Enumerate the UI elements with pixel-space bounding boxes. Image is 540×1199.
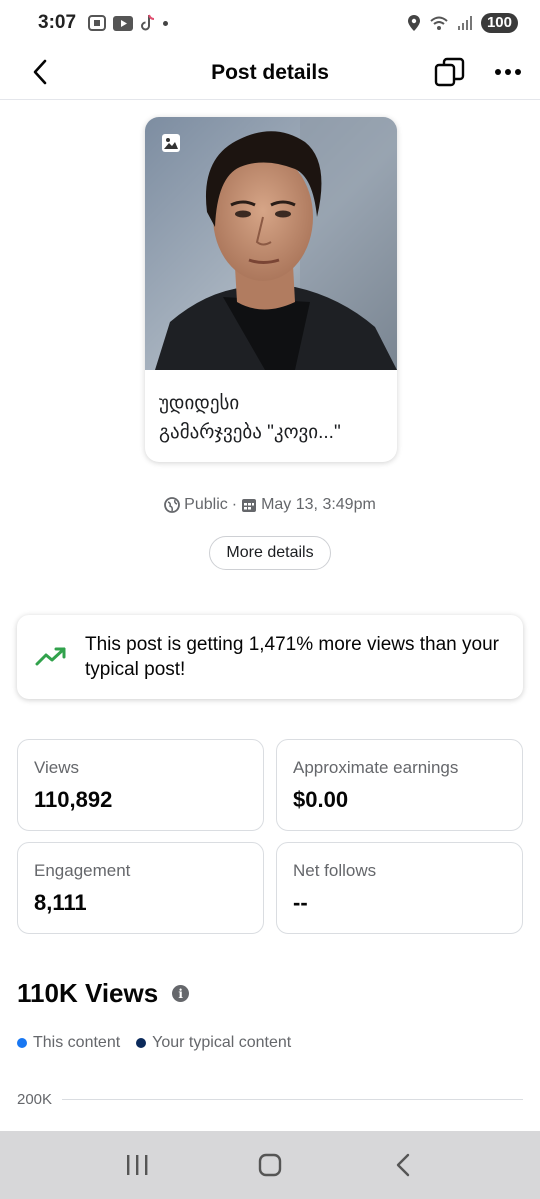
- system-nav-bar: [0, 1131, 540, 1199]
- stat-label: Net follows: [293, 861, 377, 880]
- recent-apps-button[interactable]: [113, 1141, 161, 1189]
- status-time: 3:07: [38, 12, 77, 33]
- legend-dot: [136, 1038, 147, 1048]
- stat-label: Views: [34, 758, 80, 777]
- stat-label: Engagement: [34, 861, 131, 880]
- photo-icon: [162, 134, 180, 152]
- more-options-button[interactable]: [490, 54, 526, 90]
- signal-icon: [457, 16, 472, 30]
- recent-apps-icon: [126, 1155, 148, 1175]
- post-photo: [145, 117, 397, 370]
- more-icon: [495, 69, 521, 75]
- trending-up-icon: [35, 647, 66, 666]
- copy-icon: [434, 57, 465, 87]
- gridline: [62, 1099, 523, 1100]
- header: Post details: [0, 46, 540, 100]
- meta-separator: ·: [231, 496, 238, 513]
- axis-tick-label: 200K: [17, 1091, 53, 1108]
- status-icons-right: 100: [407, 13, 518, 33]
- screenshot-icon: [88, 15, 107, 31]
- status-icons-left: [88, 14, 169, 32]
- chart-legend: This content Your typical content: [17, 1034, 291, 1052]
- post-card[interactable]: უდიდესი გამარჯვება "კოვი...": [145, 117, 397, 462]
- stat-label: Approximate earnings: [293, 758, 459, 777]
- stat-value: 110,892: [34, 787, 113, 812]
- legend-item-typical-content: Your typical content: [136, 1034, 291, 1052]
- youtube-icon: [113, 15, 134, 31]
- stat-card-views[interactable]: Views 110,892: [17, 739, 264, 831]
- stat-value: $0.00: [293, 787, 349, 812]
- system-back-button[interactable]: [379, 1141, 427, 1189]
- legend-dot: [17, 1038, 27, 1048]
- more-details-button[interactable]: More details: [209, 536, 331, 570]
- views-title-text: 110K Views: [17, 978, 159, 1008]
- location-icon: [407, 15, 420, 31]
- stat-card-engagement[interactable]: Engagement 8,111: [17, 842, 264, 934]
- chart-axis-row: 200K: [17, 1091, 523, 1108]
- post-caption: უდიდესი გამარჯვება "კოვი...": [159, 393, 341, 443]
- status-bar: 3:07 100: [0, 0, 540, 46]
- back-button[interactable]: [24, 56, 56, 88]
- views-section-title: 110K Views i: [17, 978, 190, 1009]
- post-meta: Public · May 13, 3:49pm: [0, 496, 540, 514]
- back-arrow-icon: [397, 1153, 410, 1177]
- info-icon[interactable]: i: [172, 985, 190, 1002]
- stat-value: --: [293, 890, 308, 915]
- globe-icon: [164, 497, 181, 513]
- legend-label: This content: [33, 1034, 121, 1051]
- tiktok-icon: [141, 14, 155, 31]
- stat-card-net-follows[interactable]: Net follows --: [276, 842, 523, 934]
- legend-label: Your typical content: [152, 1034, 292, 1051]
- visibility-label: Public: [184, 496, 228, 513]
- stat-value: 8,111: [34, 890, 87, 915]
- home-icon: [258, 1153, 282, 1177]
- legend-item-this-content: This content: [17, 1034, 120, 1052]
- post-date: May 13, 3:49pm: [261, 496, 376, 513]
- battery-indicator: 100: [480, 13, 518, 33]
- notification-dot: [163, 20, 169, 26]
- wifi-icon: [430, 16, 448, 30]
- copy-button[interactable]: [432, 54, 468, 90]
- insight-banner: This post is getting 1,471% more views t…: [17, 615, 523, 699]
- chevron-left-icon: [33, 59, 47, 85]
- home-button[interactable]: [246, 1141, 294, 1189]
- insight-text: This post is getting 1,471% more views t…: [85, 634, 499, 680]
- calendar-icon: [242, 499, 257, 512]
- stat-card-earnings[interactable]: Approximate earnings $0.00: [276, 739, 523, 831]
- post-image: [145, 117, 397, 370]
